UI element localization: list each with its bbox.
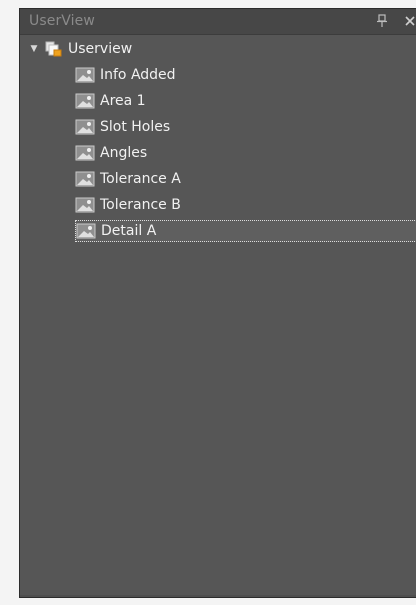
view-icon <box>75 67 95 83</box>
tree-item-angles[interactable]: Angles <box>75 142 416 164</box>
view-icon <box>75 197 95 213</box>
view-icon <box>75 171 95 187</box>
tree-item-detail-a[interactable]: Detail A <box>75 220 416 242</box>
userview-folder-icon <box>44 40 64 58</box>
view-icon <box>75 145 95 161</box>
chevron-down-icon[interactable]: ▼ <box>27 42 41 56</box>
tree-item-info-added[interactable]: Info Added <box>75 64 416 86</box>
tree-item-label: Angles <box>100 145 148 161</box>
tree-item-label: Tolerance A <box>100 171 181 187</box>
tree-item-label: Detail A <box>101 223 157 239</box>
pin-icon[interactable] <box>375 13 389 29</box>
tree-item-slot-holes[interactable]: Slot Holes <box>75 116 416 138</box>
tree-item-area-1[interactable]: Area 1 <box>75 90 416 112</box>
panel-titlebar: UserView <box>20 9 416 35</box>
tree-root-node[interactable]: ▼ Userview <box>27 38 133 60</box>
userview-panel: UserView ▼ Userview Info Added Area 1 Sl… <box>19 8 416 598</box>
tree-item-tolerance-a[interactable]: Tolerance A <box>75 168 416 190</box>
view-icon <box>75 119 95 135</box>
tree-view[interactable]: ▼ Userview Info Added Area 1 Slot Holes … <box>20 35 416 595</box>
view-icon <box>75 93 95 109</box>
tree-item-label: Slot Holes <box>100 119 171 135</box>
tree-item-tolerance-b[interactable]: Tolerance B <box>75 194 416 216</box>
tree-item-label: Area 1 <box>100 93 146 109</box>
tree-root-label: Userview <box>68 41 133 57</box>
tree-item-label: Info Added <box>100 67 176 83</box>
close-icon[interactable] <box>403 12 416 30</box>
view-icon <box>76 223 96 239</box>
tree-item-label: Tolerance B <box>100 197 181 213</box>
panel-title: UserView <box>29 13 95 29</box>
